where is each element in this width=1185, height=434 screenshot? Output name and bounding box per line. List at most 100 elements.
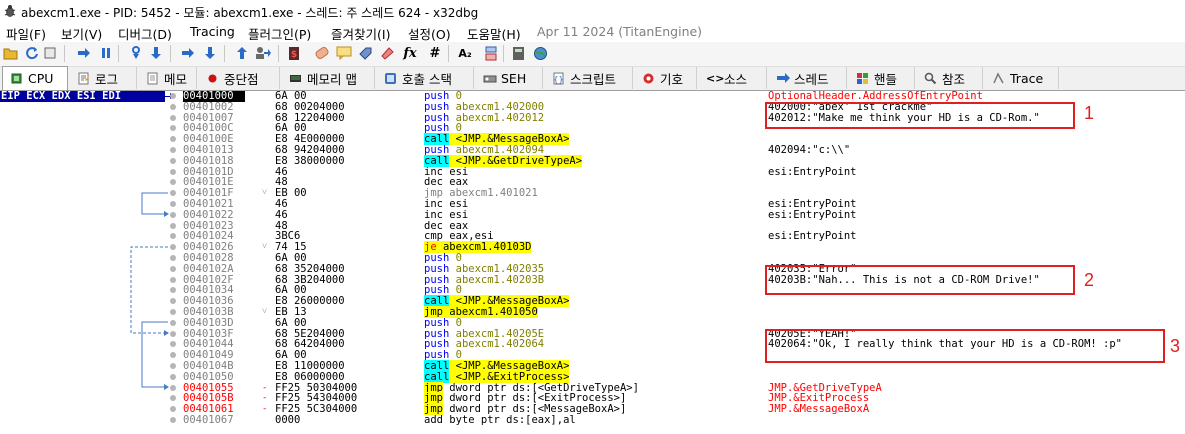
breakpoint-dot-icon[interactable] xyxy=(170,352,176,359)
disasm-row[interactable]: 0040103D 6A 00 push 0 xyxy=(0,317,1185,329)
menu-file[interactable]: 파일(F) xyxy=(6,24,46,43)
breakpoint-dot-icon[interactable] xyxy=(170,255,176,261)
tab-seh[interactable]: SEH xyxy=(476,67,543,89)
toolbar-separator xyxy=(118,45,119,62)
breakpoint-dot-icon[interactable] xyxy=(170,103,176,110)
disasm-row[interactable]: 00401000 6A 00 push 0 OptionalHeader.Addres… xyxy=(0,91,1185,102)
breakpoint-dot-icon[interactable] xyxy=(170,136,176,143)
open-icon[interactable] xyxy=(2,45,18,61)
menu-debug[interactable]: 디버그(D) xyxy=(118,24,172,43)
menu-help[interactable]: 도움말(H) xyxy=(467,24,521,43)
tab-references[interactable]: 참조 xyxy=(917,67,983,89)
tab-call-stack[interactable]: 호출 스택 xyxy=(377,67,474,89)
trace-into-icon[interactable] xyxy=(180,45,196,61)
breakpoint-dot-icon[interactable] xyxy=(170,244,176,251)
breakpoint-dot-icon[interactable] xyxy=(170,157,176,164)
breakpoint-dot-icon[interactable] xyxy=(170,287,176,294)
disasm-instruction: jmp abexcm1.401050 xyxy=(424,306,764,318)
disasm-row[interactable]: 00401036 E8 26000000 call <JMP.&MessageBox… xyxy=(0,295,1185,308)
step-over-icon[interactable] xyxy=(148,45,164,61)
disasm-row[interactable]: 00401028 6A 00 push 0 xyxy=(0,253,1185,264)
disasm-row[interactable]: 0040103B ˅ EB 13 jmp abexcm1.401050 xyxy=(0,306,1185,318)
tab-script[interactable]: {} 스크립트 xyxy=(545,67,633,89)
run-icon[interactable] xyxy=(76,45,92,61)
breakpoint-dot-icon[interactable] xyxy=(170,114,176,121)
comment-icon[interactable] xyxy=(336,45,352,61)
disasm-row[interactable]: 00401018 E8 38000000 call <JMP.&GetDriveTy… xyxy=(0,154,1185,167)
breakpoint-dot-icon[interactable] xyxy=(170,233,176,240)
disasm-row[interactable]: 00401061- FF25 5C304000 jmp dword ptr ds:[… xyxy=(0,403,1185,416)
breakpoint-dot-icon[interactable] xyxy=(170,384,176,391)
jump-down-chevron-icon: ˅ xyxy=(262,307,268,317)
tab-notes[interactable]: 메모 xyxy=(139,67,197,89)
breakpoint-dot-icon[interactable] xyxy=(170,201,176,207)
text-size-icon[interactable]: A₂ xyxy=(457,45,473,61)
bookmark-icon[interactable] xyxy=(380,45,396,61)
hash-icon[interactable]: # xyxy=(427,45,443,61)
tab-trace[interactable]: Trace xyxy=(985,67,1059,89)
breakpoint-dot-icon[interactable] xyxy=(170,373,176,380)
tab-threads[interactable]: 스레드 xyxy=(769,67,847,89)
disasm-row[interactable]: 00401024 3BC6 cmp eax,esi esi:EntryPoint xyxy=(0,231,1185,242)
tab-handles[interactable]: 핸들 xyxy=(849,67,915,89)
memory-icon[interactable] xyxy=(483,45,499,61)
run-to-user-code-icon[interactable] xyxy=(255,45,271,61)
disasm-row[interactable]: 00401023 48 dec eax xyxy=(0,220,1185,232)
disasm-row[interactable]: 00401013 68 94204000 push abexcm1.402094 40… xyxy=(0,145,1185,156)
disasm-row[interactable]: 0040101F ˅ EB 00 jmp abexcm1.401021 xyxy=(0,188,1185,199)
breakpoint-dot-icon[interactable] xyxy=(170,93,176,99)
breakpoint-dot-icon[interactable] xyxy=(170,309,176,315)
tab-memory-map[interactable]: 메모리 맵 xyxy=(282,67,375,89)
tab-log[interactable]: 로그 xyxy=(70,67,137,89)
step-into-icon[interactable] xyxy=(128,45,144,61)
label-icon[interactable] xyxy=(358,45,374,61)
breakpoint-dot-icon[interactable] xyxy=(170,265,176,272)
execute-till-return-icon[interactable] xyxy=(234,45,250,61)
close-debuggee-icon[interactable] xyxy=(42,45,58,61)
breakpoint-dot-icon[interactable] xyxy=(170,190,176,197)
breakpoint-dot-icon[interactable] xyxy=(170,319,176,326)
menu-options[interactable]: 설정(O) xyxy=(408,24,451,43)
breakpoint-dot-icon[interactable] xyxy=(170,417,176,423)
breakpoint-dot-icon[interactable] xyxy=(170,179,176,186)
breakpoint-dot-icon[interactable] xyxy=(170,125,176,132)
menu-tracing[interactable]: Tracing xyxy=(190,24,235,39)
disasm-row[interactable]: 00401067 0000 add byte ptr ds:[eax],al xyxy=(0,415,1185,426)
breakpoint-dot-icon[interactable] xyxy=(170,341,176,348)
tab-source[interactable]: <> 소스 xyxy=(699,67,767,89)
tab-symbols[interactable]: 기호 xyxy=(635,67,697,89)
restart-icon[interactable] xyxy=(24,45,40,61)
menu-plugins[interactable]: 플러그인(P) xyxy=(248,24,311,43)
disasm-row[interactable]: 0040100E E8 4E000000 call <JMP.&MessageBox… xyxy=(0,133,1185,146)
cpu-disassembly-view[interactable]: EIP ECX EDX ESI EDI 00401000 6A 00 push 0O… xyxy=(0,91,1185,434)
globe-icon[interactable] xyxy=(532,45,548,61)
tab-cpu[interactable]: CPU xyxy=(2,66,68,90)
pause-icon[interactable] xyxy=(98,45,114,61)
breakpoint-dot-icon[interactable] xyxy=(170,222,176,229)
disasm-row[interactable]: 0040101E 48 dec eax xyxy=(0,177,1185,188)
disasm-row[interactable]: 00401021 46 inc esi esi:EntryPoint xyxy=(0,199,1185,210)
script-icon[interactable] xyxy=(314,45,330,61)
menu-favourites[interactable]: 즐겨찾기(I) xyxy=(331,24,390,43)
disasm-instruction: je abexcm1.40103D xyxy=(424,241,764,254)
breakpoint-dot-icon[interactable] xyxy=(170,395,176,402)
function-icon[interactable]: fx xyxy=(402,45,418,61)
calculator-icon[interactable] xyxy=(510,45,526,61)
breakpoint-dot-icon[interactable] xyxy=(170,298,176,305)
jump-dash-icon: - xyxy=(262,393,268,404)
menu-view[interactable]: 보기(V) xyxy=(61,24,102,43)
breakpoint-dot-icon[interactable] xyxy=(170,276,176,283)
tab-breakpoints[interactable]: 중단점 xyxy=(199,67,280,89)
disasm-row[interactable]: 00401026 ˅ 74 15 je abexcm1.40103D xyxy=(0,241,1185,254)
breakpoint-dot-icon[interactable] xyxy=(170,168,176,175)
disasm-row[interactable]: 00401022 46 inc esi esi:EntryPoint xyxy=(0,209,1185,221)
disasm-row[interactable]: 0040101D 46 inc esi esi:EntryPoint xyxy=(0,166,1185,178)
breakpoint-dot-icon[interactable] xyxy=(170,406,176,413)
hash-icon-glyph: # xyxy=(429,45,441,61)
breakpoint-dot-icon[interactable] xyxy=(170,363,176,369)
trace-over-icon[interactable] xyxy=(202,45,218,61)
breakpoint-dot-icon[interactable] xyxy=(170,330,176,337)
breakpoint-dot-icon[interactable] xyxy=(170,147,176,153)
patch-icon[interactable]: $ xyxy=(286,45,302,61)
breakpoint-dot-icon[interactable] xyxy=(170,211,176,218)
